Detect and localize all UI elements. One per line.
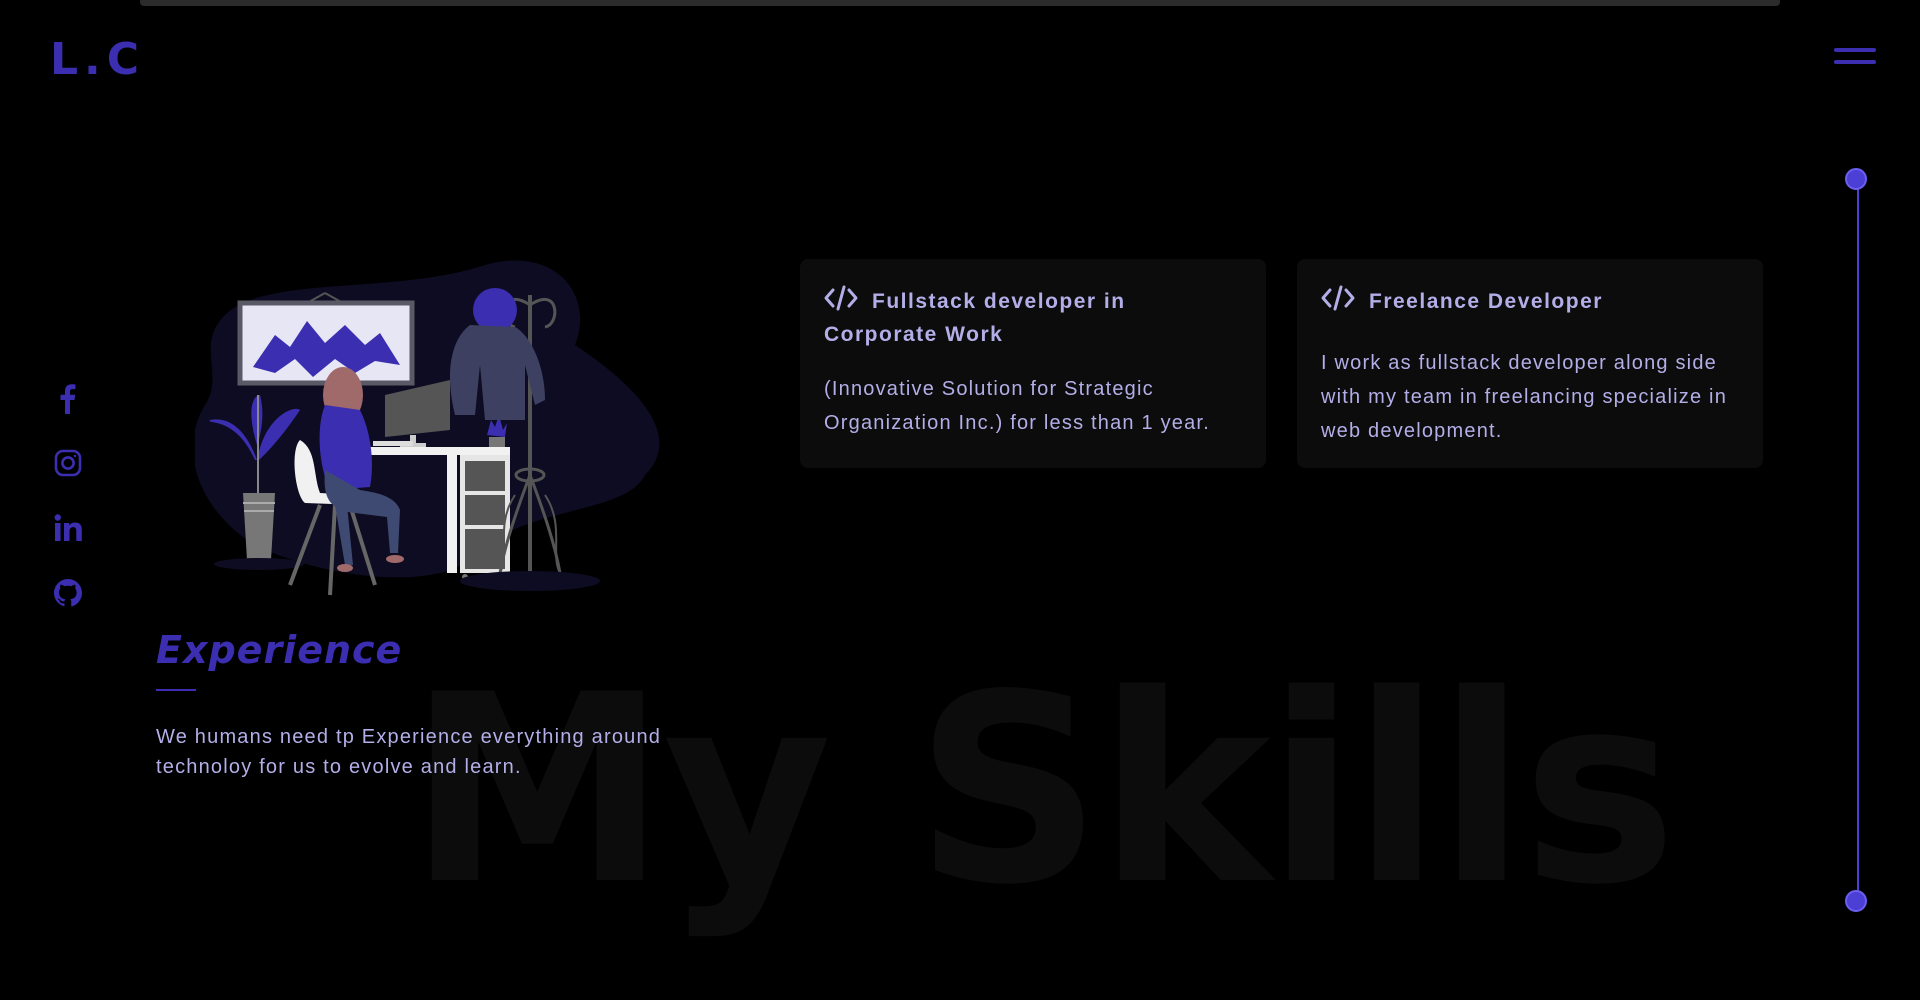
- code-icon: [1321, 285, 1355, 311]
- card-body: I work as fullstack developer along side…: [1321, 352, 1728, 442]
- menu-line-icon: [1834, 48, 1876, 52]
- card-title: Fullstack developer in Corporate Work: [824, 290, 1126, 346]
- linkedin-icon[interactable]: [52, 512, 84, 544]
- facebook-icon[interactable]: [52, 382, 84, 414]
- experience-heading: Experience: [156, 628, 403, 672]
- page: L.C My Skills Experience We humans need …: [0, 0, 1920, 1000]
- menu-line-icon: [1834, 60, 1876, 64]
- workspace-illustration: [193, 255, 675, 600]
- card-title-row: Fullstack developer in Corporate Work: [824, 285, 1242, 351]
- timeline-top-dot[interactable]: [1845, 168, 1867, 190]
- card-title-row: Freelance Developer: [1321, 285, 1739, 318]
- timeline-bottom-dot[interactable]: [1845, 890, 1867, 912]
- card-body: (Innovative Solution for Strategic Organ…: [824, 378, 1210, 434]
- scroll-timeline[interactable]: [1845, 168, 1871, 912]
- site-logo[interactable]: L.C: [50, 34, 145, 85]
- browser-top-edge: [140, 0, 1780, 6]
- timeline-track: [1857, 181, 1859, 899]
- social-links: [52, 382, 84, 609]
- experience-card: Freelance Developer I work as fullstack …: [1297, 259, 1763, 468]
- heading-underline: [156, 689, 196, 691]
- background-watermark-text: My Skills: [408, 640, 1677, 942]
- hamburger-menu-button[interactable]: [1834, 46, 1876, 70]
- card-title: Freelance Developer: [1369, 290, 1603, 313]
- experience-description: We humans need tp Experience everything …: [156, 726, 662, 778]
- github-icon[interactable]: [52, 577, 84, 609]
- instagram-icon[interactable]: [52, 447, 84, 479]
- experience-card: Fullstack developer in Corporate Work (I…: [800, 259, 1266, 468]
